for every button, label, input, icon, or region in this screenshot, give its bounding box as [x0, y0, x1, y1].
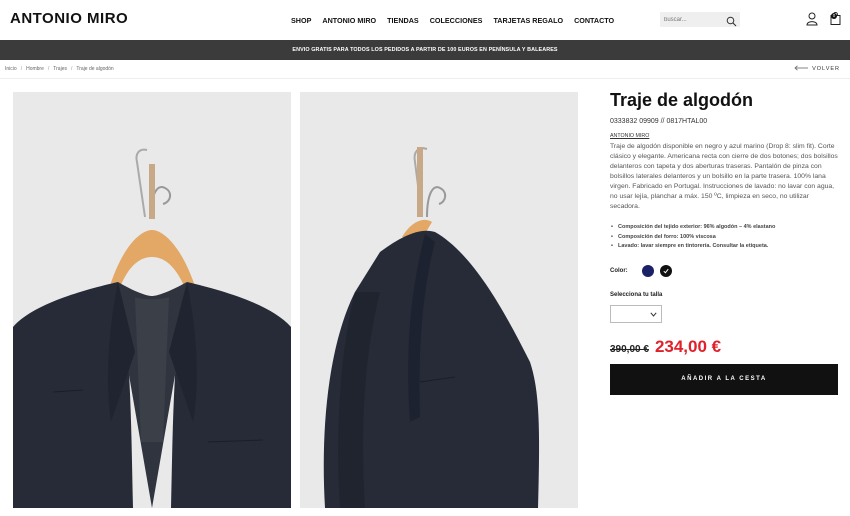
breadcrumb-item-hombre[interactable]: Hombre: [26, 66, 44, 72]
nav-item-tarjetas-regalo[interactable]: TARJETAS REGALO: [493, 16, 563, 25]
product-details-list: Composición del tejido exterior: 96% alg…: [610, 223, 840, 252]
sale-price: 234,00 €: [654, 336, 722, 356]
color-selector: Color:: [610, 264, 840, 278]
user-icon[interactable]: [806, 12, 818, 31]
chevron-down-icon: [650, 311, 657, 317]
original-price: 390,00 €: [610, 343, 649, 355]
nav-item-colecciones[interactable]: COLECCIONES: [430, 16, 483, 25]
product-description: Traje de algodón disponible en negro y a…: [610, 143, 838, 210]
search-icon[interactable]: [726, 14, 737, 32]
breadcrumb-separator: /: [47, 66, 50, 72]
detail-lining: Composición del forro: 100% viscosa: [610, 233, 840, 243]
size-select[interactable]: [610, 304, 662, 323]
product-reference: 0333832 09909 // 0817HTAL00: [610, 118, 708, 125]
check-icon: [663, 268, 669, 274]
color-swatch-navy[interactable]: [642, 264, 654, 277]
breadcrumb-item-inicio[interactable]: Inicio: [5, 66, 17, 72]
brand-link[interactable]: ANTONIO MIRO: [610, 133, 840, 139]
product-image-front[interactable]: [13, 92, 291, 508]
color-label: Color:: [610, 267, 628, 274]
add-to-cart-button[interactable]: AÑADIR A LA CESTA: [610, 364, 838, 395]
color-swatch-black[interactable]: [660, 264, 672, 277]
nav-item-contacto[interactable]: CONTACTO: [574, 16, 614, 25]
search-box: [660, 12, 740, 27]
price-block: 390,00 € 234,00 €: [610, 337, 840, 357]
breadcrumb-separator: /: [70, 66, 73, 72]
site-logo[interactable]: ANTONIO MIRO: [10, 10, 128, 27]
back-label: VOLVER: [812, 66, 840, 72]
size-label: Selecciona tu talla: [610, 291, 663, 298]
product-title: Traje de algodón: [610, 90, 754, 110]
main-nav: SHOP ANTONIO MIRO TIENDAS COLECCIONES TA…: [291, 16, 614, 25]
product-info: Traje de algodón 0333832 09909 // 0817HT…: [610, 90, 840, 357]
breadcrumb: Inicio / Hombre / Trajes / Traje de algo…: [5, 66, 114, 72]
cart-count-badge: 0: [831, 13, 837, 19]
back-button[interactable]: VOLVER: [794, 65, 840, 73]
search-input[interactable]: [664, 14, 724, 25]
product-image-side[interactable]: [300, 92, 578, 508]
arrow-left-icon: [794, 65, 809, 73]
site-header: ANTONIO MIRO SHOP ANTONIO MIRO TIENDAS C…: [0, 0, 850, 40]
detail-care: Lavado: lavar siempre en tintorería. Con…: [610, 242, 840, 252]
divider: [0, 78, 850, 79]
breadcrumb-separator: /: [20, 66, 23, 72]
nav-item-shop[interactable]: SHOP: [291, 16, 311, 25]
nav-item-tiendas[interactable]: TIENDAS: [387, 16, 419, 25]
promo-banner: ENVIO GRATIS PARA TODOS LOS PEDIDOS A PA…: [0, 40, 850, 60]
nav-item-antonio-miro[interactable]: ANTONIO MIRO: [322, 16, 376, 25]
breadcrumb-item-current: Traje de algodón: [76, 66, 114, 72]
breadcrumb-item-trajes[interactable]: Trajes: [53, 66, 67, 72]
detail-fabric: Composición del tejido exterior: 96% alg…: [610, 223, 840, 233]
